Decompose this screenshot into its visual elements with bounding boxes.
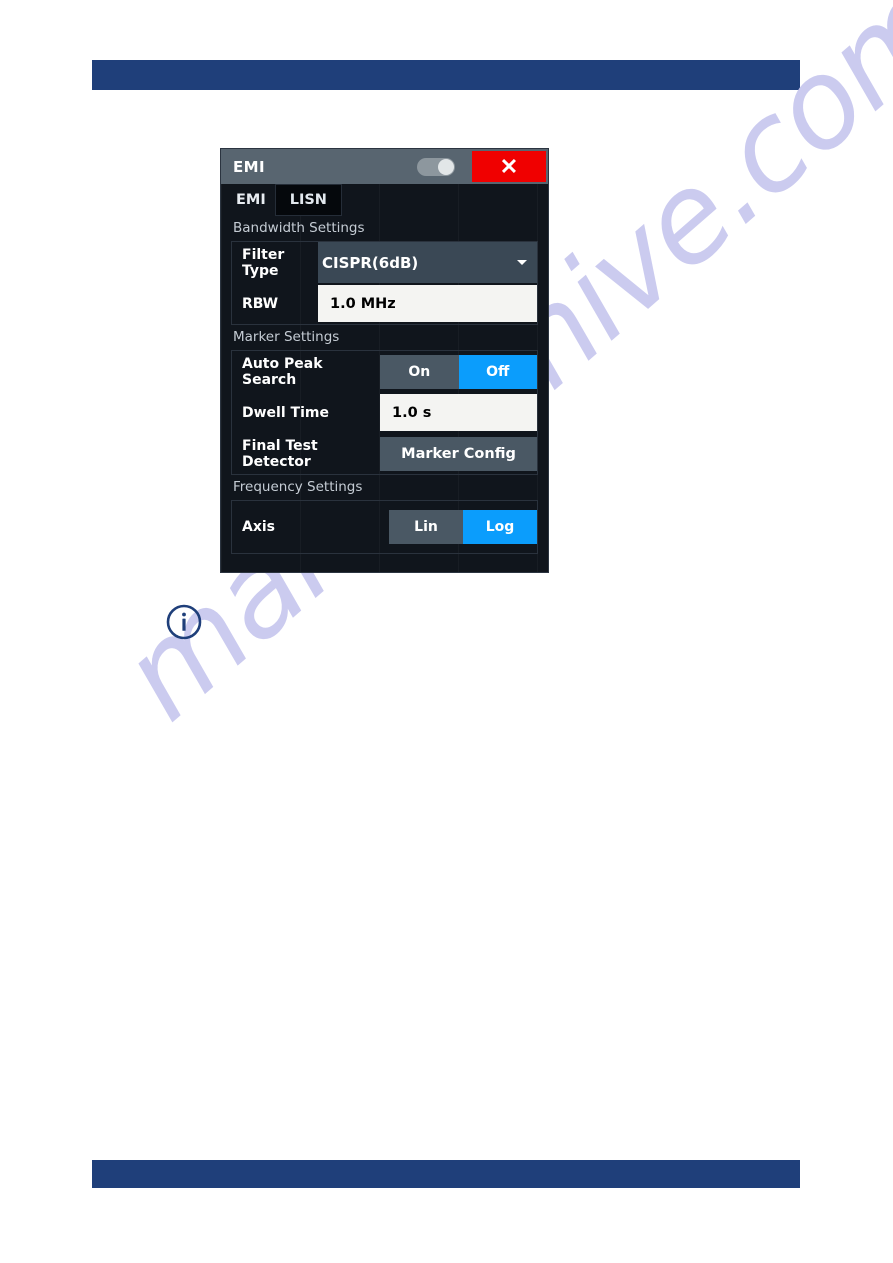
info-note-icon-wrapper bbox=[165, 603, 203, 641]
section-label-bandwidth: Bandwidth Settings bbox=[233, 220, 365, 236]
tab-strip: EMI LISN bbox=[221, 184, 548, 216]
rbw-input[interactable]: 1.0 MHz bbox=[318, 285, 537, 322]
axis-lin-button[interactable]: Lin bbox=[389, 510, 463, 544]
marker-config-button[interactable]: Marker Config bbox=[380, 436, 537, 471]
axis-segmented: Lin Log bbox=[389, 510, 537, 544]
auto-peak-search-segmented: On Off bbox=[380, 354, 537, 389]
tab-emi[interactable]: EMI bbox=[231, 184, 275, 216]
label-auto-peak-search: Auto Peak Search bbox=[242, 355, 323, 388]
close-icon: ✕ bbox=[499, 153, 519, 179]
row-filter-type: Filter Type CISPR(6dB) bbox=[232, 242, 537, 283]
control-filter-type: CISPR(6dB) bbox=[318, 242, 537, 283]
section-label-frequency: Frequency Settings bbox=[233, 479, 363, 495]
control-rbw: 1.0 MHz bbox=[318, 283, 537, 324]
document-footer-bar bbox=[92, 1160, 800, 1188]
tab-lisn[interactable]: LISN bbox=[274, 184, 342, 216]
axis-log-button[interactable]: Log bbox=[463, 510, 537, 544]
document-header-bar bbox=[92, 60, 800, 90]
auto-peak-search-off-button[interactable]: Off bbox=[458, 354, 537, 389]
row-axis: Axis Lin Log bbox=[232, 501, 537, 553]
chevron-down-icon bbox=[517, 260, 527, 265]
auto-peak-search-on-button[interactable]: On bbox=[380, 354, 459, 389]
dialog-title: EMI bbox=[233, 157, 265, 176]
group-bandwidth-settings: Filter Type CISPR(6dB) RBW 1.0 MHz bbox=[231, 241, 538, 325]
info-circle-icon bbox=[166, 604, 202, 640]
row-dwell-time: Dwell Time 1.0 s bbox=[232, 392, 537, 433]
label-final-test-detector: Final Test Detector bbox=[242, 437, 318, 470]
group-frequency-settings: Axis Lin Log bbox=[231, 500, 538, 554]
tab-emi-label: EMI bbox=[236, 192, 266, 208]
toggle-knob bbox=[438, 158, 454, 175]
dialog-body: EMI LISN Bandwidth Settings Filter Type … bbox=[221, 184, 548, 572]
tab-lisn-label: LISN bbox=[289, 192, 327, 208]
control-dwell-time: 1.0 s bbox=[380, 392, 537, 433]
dwell-time-input[interactable]: 1.0 s bbox=[380, 394, 537, 431]
row-auto-peak-search: Auto Peak Search On Off bbox=[232, 351, 537, 392]
section-label-marker: Marker Settings bbox=[233, 329, 340, 345]
close-button[interactable]: ✕ bbox=[472, 151, 546, 182]
emi-configuration-dialog: EMI ✕ EMI LISN Bandwidth Settings Filter… bbox=[220, 148, 549, 573]
label-axis: Axis bbox=[242, 519, 275, 535]
row-rbw: RBW 1.0 MHz bbox=[232, 283, 537, 324]
group-marker-settings: Auto Peak Search On Off Dwell Time 1.0 s… bbox=[231, 350, 538, 475]
control-final-test-detector: Marker Config bbox=[380, 433, 537, 474]
dialog-titlebar: EMI ✕ bbox=[221, 149, 548, 184]
label-filter-type: Filter Type bbox=[242, 246, 285, 279]
label-rbw: RBW bbox=[242, 295, 279, 312]
emi-enable-toggle[interactable] bbox=[417, 157, 455, 176]
label-dwell-time: Dwell Time bbox=[242, 404, 329, 421]
filter-type-value: CISPR(6dB) bbox=[322, 253, 419, 272]
control-auto-peak-search: On Off bbox=[380, 351, 537, 392]
control-axis: Lin Log bbox=[288, 501, 537, 553]
filter-type-dropdown[interactable]: CISPR(6dB) bbox=[318, 242, 537, 283]
row-final-test-detector: Final Test Detector Marker Config bbox=[232, 433, 537, 474]
